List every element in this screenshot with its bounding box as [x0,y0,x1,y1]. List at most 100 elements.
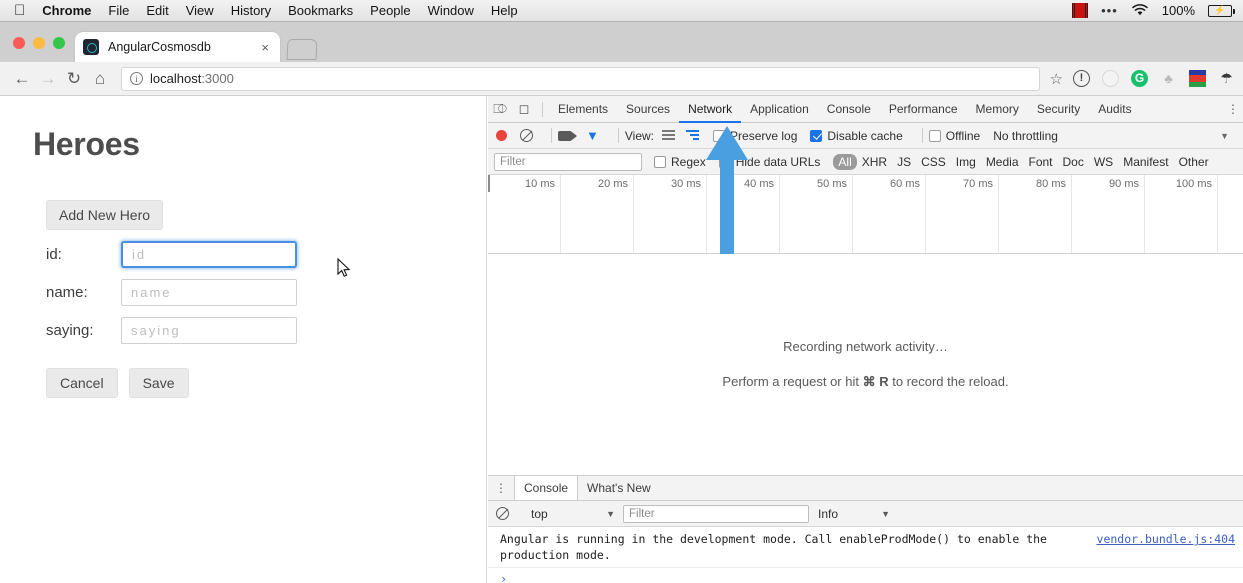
menu-item-people[interactable]: People [370,3,410,18]
menu-item-view[interactable]: View [186,3,214,18]
name-field-label: name: [46,284,121,301]
tab-console[interactable]: Console [818,96,880,123]
preserve-log-checkbox[interactable]: Preserve log [713,129,797,143]
tab-close-icon[interactable]: × [258,40,272,55]
back-button[interactable]: ← [9,69,35,89]
close-window-button[interactable] [13,37,25,49]
drawer-tab-console[interactable]: Console [514,476,578,500]
saying-input[interactable] [121,317,297,344]
address-bar[interactable]: i localhost :3000 [121,67,1040,91]
reload-shortcut-keys: ⌘ R [863,374,889,389]
hide-data-urls-box[interactable] [719,156,731,168]
filter-type-doc[interactable]: Doc [1058,154,1089,170]
menu-item-help[interactable]: Help [491,3,518,18]
reload-button[interactable]: ↻ [61,69,87,89]
tab-audits[interactable]: Audits [1089,96,1140,123]
menu-item-window[interactable]: Window [428,3,474,18]
tab-memory[interactable]: Memory [967,96,1028,123]
disable-cache-box[interactable] [810,130,822,142]
drawer-more-options-icon[interactable]: ⋮ [488,476,514,500]
filter-type-ws[interactable]: WS [1089,154,1118,170]
tab-network[interactable]: Network [679,96,741,123]
filter-type-js[interactable]: JS [892,154,916,170]
record-network-button[interactable] [496,130,507,141]
camera-icon[interactable] [558,131,572,141]
inspect-element-icon[interactable]: ⎄ [488,101,512,117]
regex-box[interactable] [654,156,666,168]
profile-avatar-icon[interactable]: ☂ [1218,70,1235,87]
menu-extras-ellipsis-icon[interactable]: ••• [1101,3,1118,18]
minimize-window-button[interactable] [33,37,45,49]
menu-item-bookmarks[interactable]: Bookmarks [288,3,353,18]
circle-extension-icon[interactable] [1102,70,1119,87]
waterfall-view-icon[interactable] [686,130,699,142]
filter-type-other[interactable]: Other [1174,154,1214,170]
id-input[interactable] [121,241,297,268]
screen-record-icon[interactable] [1072,3,1088,18]
gridline [925,175,926,253]
filter-type-media[interactable]: Media [981,154,1024,170]
toggle-device-toolbar-icon[interactable]: ◻ [512,101,536,117]
offline-box[interactable] [929,130,941,142]
filter-type-img[interactable]: Img [951,154,981,170]
throttling-select[interactable]: No throttling ▼ [993,129,1243,143]
tab-application[interactable]: Application [741,96,818,123]
maximize-window-button[interactable] [53,37,65,49]
color-extension-icon[interactable] [1189,70,1206,87]
warning-extension-icon[interactable]: ! [1073,70,1090,87]
menu-item-history[interactable]: History [231,3,271,18]
console-input-prompt[interactable]: › [488,568,1243,583]
tab-sources[interactable]: Sources [617,96,679,123]
tree-extension-icon[interactable]: ♣ [1160,70,1177,87]
grammarly-extension-icon[interactable]: G [1131,70,1148,87]
web-page-viewport: Heroes Add New Hero id: name: saying: Ca… [0,96,487,583]
tab-elements[interactable]: Elements [549,96,617,123]
devtools-more-options-icon[interactable]: ⋮ [1223,102,1243,116]
page-info-icon[interactable]: i [130,72,143,85]
cancel-button[interactable]: Cancel [46,368,118,398]
chevron-down-icon[interactable]: ▼ [881,509,890,519]
regex-checkbox[interactable]: Regex [654,155,706,169]
bookmark-star-icon[interactable]: ☆ [1050,70,1063,88]
funnel-icon[interactable]: ▼ [586,128,599,143]
browser-tab-angularcosmosdb[interactable]: AngularCosmosdb × [75,32,280,62]
clear-console-icon[interactable] [496,507,509,520]
console-filter-input[interactable] [623,505,809,523]
tab-security[interactable]: Security [1028,96,1089,123]
menu-item-edit[interactable]: Edit [146,3,168,18]
tab-performance[interactable]: Performance [880,96,967,123]
filter-type-font[interactable]: Font [1024,154,1058,170]
chevron-down-icon[interactable]: ▼ [1220,131,1229,141]
network-timeline-overview[interactable]: 10 ms 20 ms 30 ms 40 ms 50 ms 60 ms 70 m… [488,175,1243,254]
perform-request-message: Perform a request or hit ⌘ R to record t… [722,374,1008,390]
home-button[interactable]: ⌂ [87,69,113,89]
list-view-icon[interactable] [662,130,675,142]
filter-type-all[interactable]: All [833,154,856,170]
name-input[interactable] [121,279,297,306]
menu-item-chrome[interactable]: Chrome [42,3,91,18]
forward-button[interactable]: → [35,69,61,89]
drawer-tab-whats-new[interactable]: What's New [578,476,660,500]
clear-network-icon[interactable] [520,129,533,142]
filter-type-xhr[interactable]: XHR [857,154,892,170]
filter-type-manifest[interactable]: Manifest [1118,154,1173,170]
save-button[interactable]: Save [129,368,189,398]
menu-item-file[interactable]: File [108,3,129,18]
gridline [1144,175,1145,253]
disable-cache-checkbox[interactable]: Disable cache [810,129,902,143]
filter-type-css[interactable]: CSS [916,154,951,170]
new-tab-button[interactable] [286,39,317,60]
console-context-select[interactable]: top ▼ [531,507,623,521]
offline-checkbox[interactable]: Offline [929,129,980,143]
console-level-select[interactable]: Info ▼ [818,507,898,521]
apple-logo-icon[interactable]:  [14,3,25,18]
hide-data-urls-checkbox[interactable]: Hide data URLs [719,155,821,169]
network-filter-input[interactable] [494,153,642,171]
console-source-link[interactable]: vendor.bundle.js:404 [1097,532,1235,563]
add-new-hero-button[interactable]: Add New Hero [46,200,163,230]
gridline [1217,175,1218,253]
preserve-log-box[interactable] [713,130,725,142]
battery-charging-icon[interactable]: ⚡ [1208,5,1232,17]
chevron-down-icon[interactable]: ▼ [606,509,615,519]
wifi-icon[interactable] [1131,4,1149,17]
